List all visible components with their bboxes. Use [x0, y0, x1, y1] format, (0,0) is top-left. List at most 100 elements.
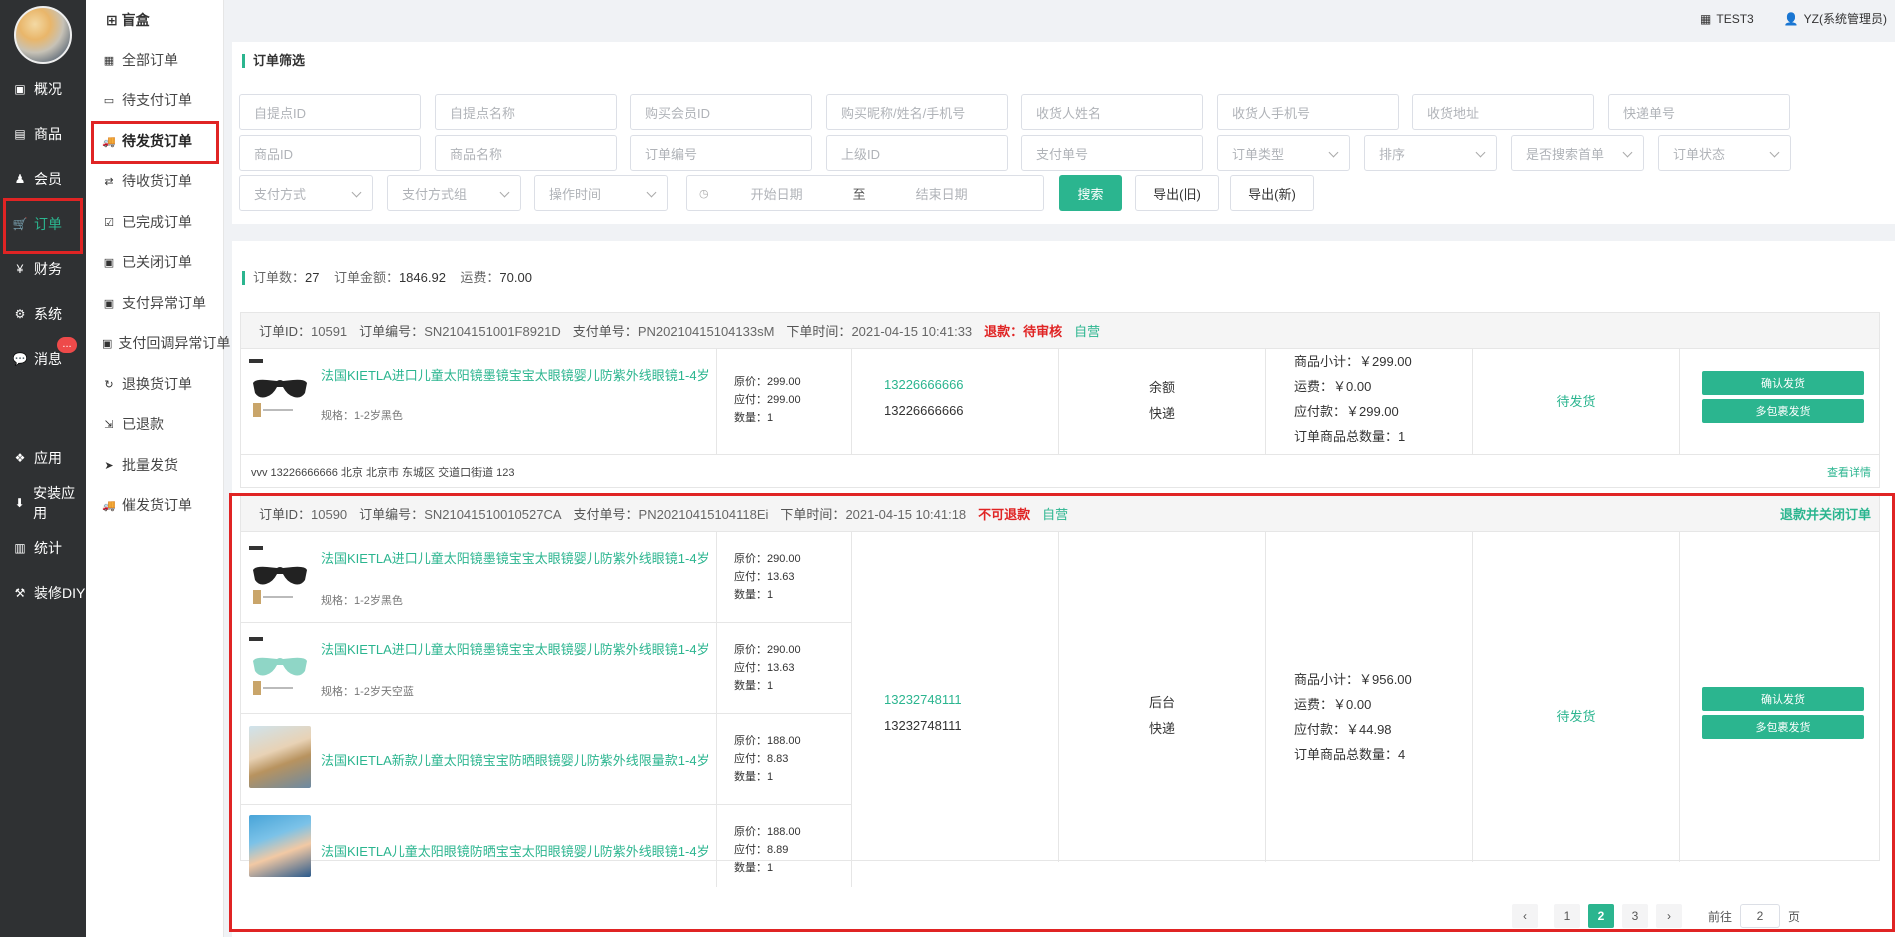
plus-square-icon: ⊞	[106, 12, 118, 28]
member-id-input[interactable]: 购买会员ID	[630, 94, 812, 130]
view-details-link[interactable]: 查看详情	[1827, 464, 1871, 480]
subnav-callback-exception[interactable]: ▣ 支付回调异常订单	[102, 325, 230, 361]
nav-system[interactable]: ⚙ 系统	[0, 294, 86, 334]
product-row: 法国KIETLA进口儿童太阳镜墨镜宝宝太眼镜婴儿防紫外线眼镜1-4岁 规格：1-…	[241, 532, 717, 623]
dashboard-icon: ▣	[14, 82, 26, 96]
page-1[interactable]: 1	[1554, 904, 1580, 928]
share-icon: ⇲	[104, 418, 114, 431]
pickup-id-input[interactable]: 自提点ID	[239, 94, 421, 130]
product-name-link[interactable]: 法国KIETLA儿童太阳眼镜防晒宝宝太阳眼镜婴儿防紫外线眼镜1-4岁	[321, 841, 711, 860]
main-sidebar: ▣ 概况 ▤ 商品 ♟ 会员 🛒 订单 ¥ 财务 ⚙ 系统 💬 消息 ... ❖ 应用 ⬇ 安装应…	[0, 0, 86, 937]
confirm-ship-button[interactable]: 确认发货	[1702, 687, 1864, 711]
export-new-button[interactable]: 导出(新)	[1230, 175, 1314, 211]
nav-members[interactable]: ♟ 会员	[0, 159, 86, 199]
next-page-button[interactable]: ›	[1656, 904, 1682, 928]
check-square-icon: ☑	[104, 216, 114, 229]
export-old-button[interactable]: 导出(旧)	[1135, 175, 1219, 211]
buyer-phone-link[interactable]: 13226666666	[884, 377, 1058, 403]
nav-apps[interactable]: ❖ 应用	[0, 438, 86, 478]
payment-group-select[interactable]: 支付方式组	[387, 175, 521, 211]
refund-status: 退款：待审核	[984, 324, 1063, 339]
order-no-input[interactable]: 订单编号	[630, 135, 812, 171]
nav-label: 消息	[34, 351, 62, 367]
message-badge: ...	[57, 337, 77, 353]
product-id-input[interactable]: 商品ID	[239, 135, 421, 171]
first-order-select[interactable]: 是否搜索首单	[1511, 135, 1644, 171]
subnav-all-orders[interactable]: ▦ 全部订单	[102, 42, 224, 78]
multi-package-ship-button[interactable]: 多包裹发货	[1702, 715, 1864, 739]
order-header: 订单ID：10591 订单编号：SN2104151001F8921D 支付单号：…	[241, 313, 1879, 349]
workspace-switch[interactable]: ▦ TEST3	[1700, 10, 1754, 27]
confirm-ship-button[interactable]: 确认发货	[1702, 371, 1864, 395]
product-row: 法国KIETLA进口儿童太阳镜墨镜宝宝太眼镜婴儿防紫外线眼镜1-4岁 规格：1-…	[241, 349, 717, 455]
payment-method-select[interactable]: 支付方式	[239, 175, 373, 211]
order-footer: vvv 13226666666 北京 北京市 东城区 交道口街道 123 查看详…	[241, 454, 1879, 488]
nav-decorate-diy[interactable]: ⚒ 装修DIY	[0, 573, 86, 613]
nav-overview[interactable]: ▣ 概况	[0, 69, 86, 109]
subnav-batch-ship[interactable]: ➤ 批量发货	[102, 447, 224, 483]
card-icon: ▭	[103, 94, 115, 107]
operation-time-select[interactable]: 操作时间	[534, 175, 668, 211]
buyer-search-input[interactable]: 购买昵称/姓名/手机号	[826, 94, 1008, 130]
prev-page-button[interactable]: ‹	[1512, 904, 1538, 928]
nav-goods[interactable]: ▤ 商品	[0, 114, 86, 154]
nav-statistics[interactable]: ▥ 统计	[0, 528, 86, 568]
parent-id-input[interactable]: 上级ID	[826, 135, 1008, 171]
subnav-pending-receipt[interactable]: ⇄ 待收货订单	[102, 163, 224, 199]
subnav-urge-ship[interactable]: 🚚 催发货订单	[102, 487, 224, 523]
product-thumbnail[interactable]	[249, 359, 311, 421]
payment-shipping-block: 余额 快递	[1059, 349, 1266, 455]
shipping-method: 快递	[1148, 406, 1175, 421]
subnav-pending-payment[interactable]: ▭ 待支付订单	[102, 82, 224, 118]
payment-method: 余额	[1148, 380, 1175, 395]
subnav-pending-shipment[interactable]: 🚚 待发货订单	[102, 123, 224, 159]
receiver-phone-input[interactable]: 收货人手机号	[1217, 94, 1399, 130]
search-button[interactable]: 搜索	[1059, 175, 1122, 211]
clock-icon: ◷	[699, 187, 709, 200]
end-date[interactable]: 结束日期	[916, 184, 968, 203]
receiver-phone: 13226666666	[884, 403, 964, 418]
pagination: ‹ 1 2 3 › 前往 2 页	[1512, 904, 1800, 928]
start-date[interactable]: 开始日期	[751, 184, 803, 203]
product-name-link[interactable]: 法国KIETLA新款儿童太阳镜宝宝防晒眼镜婴儿防紫外线限量款1-4岁	[321, 750, 711, 769]
product-thumbnail[interactable]	[249, 726, 311, 788]
self-operated-tag: 自营	[1042, 507, 1069, 522]
user-menu[interactable]: 👤 YZ(系统管理员)	[1784, 10, 1887, 27]
subnav-closed[interactable]: ▣ 已关闭订单	[102, 244, 224, 280]
date-range-picker[interactable]: ◷ 开始日期 至 结束日期	[686, 175, 1044, 211]
nav-label: 会员	[34, 171, 62, 187]
nav-finance[interactable]: ¥ 财务	[0, 249, 86, 289]
page-2[interactable]: 2	[1588, 904, 1614, 928]
product-thumbnail[interactable]	[249, 637, 311, 699]
pickup-name-input[interactable]: 自提点名称	[435, 94, 617, 130]
tracking-no-input[interactable]: 快递单号	[1608, 94, 1790, 130]
multi-package-ship-button[interactable]: 多包裹发货	[1702, 399, 1864, 423]
nav-install-apps[interactable]: ⬇ 安装应用	[0, 483, 86, 523]
subnav-returns[interactable]: ↻ 退换货订单	[102, 366, 224, 402]
sort-select[interactable]: 排序	[1364, 135, 1497, 171]
subnav-completed[interactable]: ☑ 已完成订单	[102, 204, 224, 240]
nav-orders[interactable]: 🛒 订单	[0, 204, 86, 244]
product-row: 法国KIETLA儿童太阳眼镜防晒宝宝太阳眼镜婴儿防紫外线眼镜1-4岁	[241, 805, 717, 887]
product-name-link[interactable]: 法国KIETLA进口儿童太阳镜墨镜宝宝太眼镜婴儿防紫外线眼镜1-4岁	[321, 548, 711, 567]
payment-no-input[interactable]: 支付单号	[1021, 135, 1203, 171]
product-thumbnail[interactable]	[249, 815, 311, 877]
subnav-refunded[interactable]: ⇲ 已退款	[102, 406, 224, 442]
refund-close-order-link[interactable]: 退款并关闭订单	[1780, 504, 1871, 523]
order-type-select[interactable]: 订单类型	[1217, 135, 1350, 171]
product-spec: 规格：1-2岁黑色	[321, 410, 403, 422]
receiver-name-input[interactable]: 收货人姓名	[1021, 94, 1203, 130]
product-name-link[interactable]: 法国KIETLA进口儿童太阳镜墨镜宝宝太眼镜婴儿防紫外线眼镜1-4岁	[321, 639, 711, 658]
order-status-select[interactable]: 订单状态	[1658, 135, 1791, 171]
goto-page-input[interactable]: 2	[1740, 904, 1781, 928]
product-name-link[interactable]: 法国KIETLA进口儿童太阳镜墨镜宝宝太眼镜婴儿防紫外线眼镜1-4岁	[321, 365, 711, 384]
address-input[interactable]: 收货地址	[1412, 94, 1594, 130]
page-3[interactable]: 3	[1622, 904, 1648, 928]
page-title: ⊞ 盲盒	[106, 12, 150, 28]
product-name-input[interactable]: 商品名称	[435, 135, 617, 171]
product-thumbnail[interactable]	[249, 546, 311, 608]
brand-logo[interactable]	[14, 6, 72, 64]
subnav-payment-exception[interactable]: ▣ 支付异常订单	[102, 285, 224, 321]
buyer-phone-link[interactable]: 13232748111	[884, 692, 1058, 718]
order-header: 订单ID：10590 订单编号：SN21041510010527CA 支付单号：…	[241, 496, 1879, 532]
